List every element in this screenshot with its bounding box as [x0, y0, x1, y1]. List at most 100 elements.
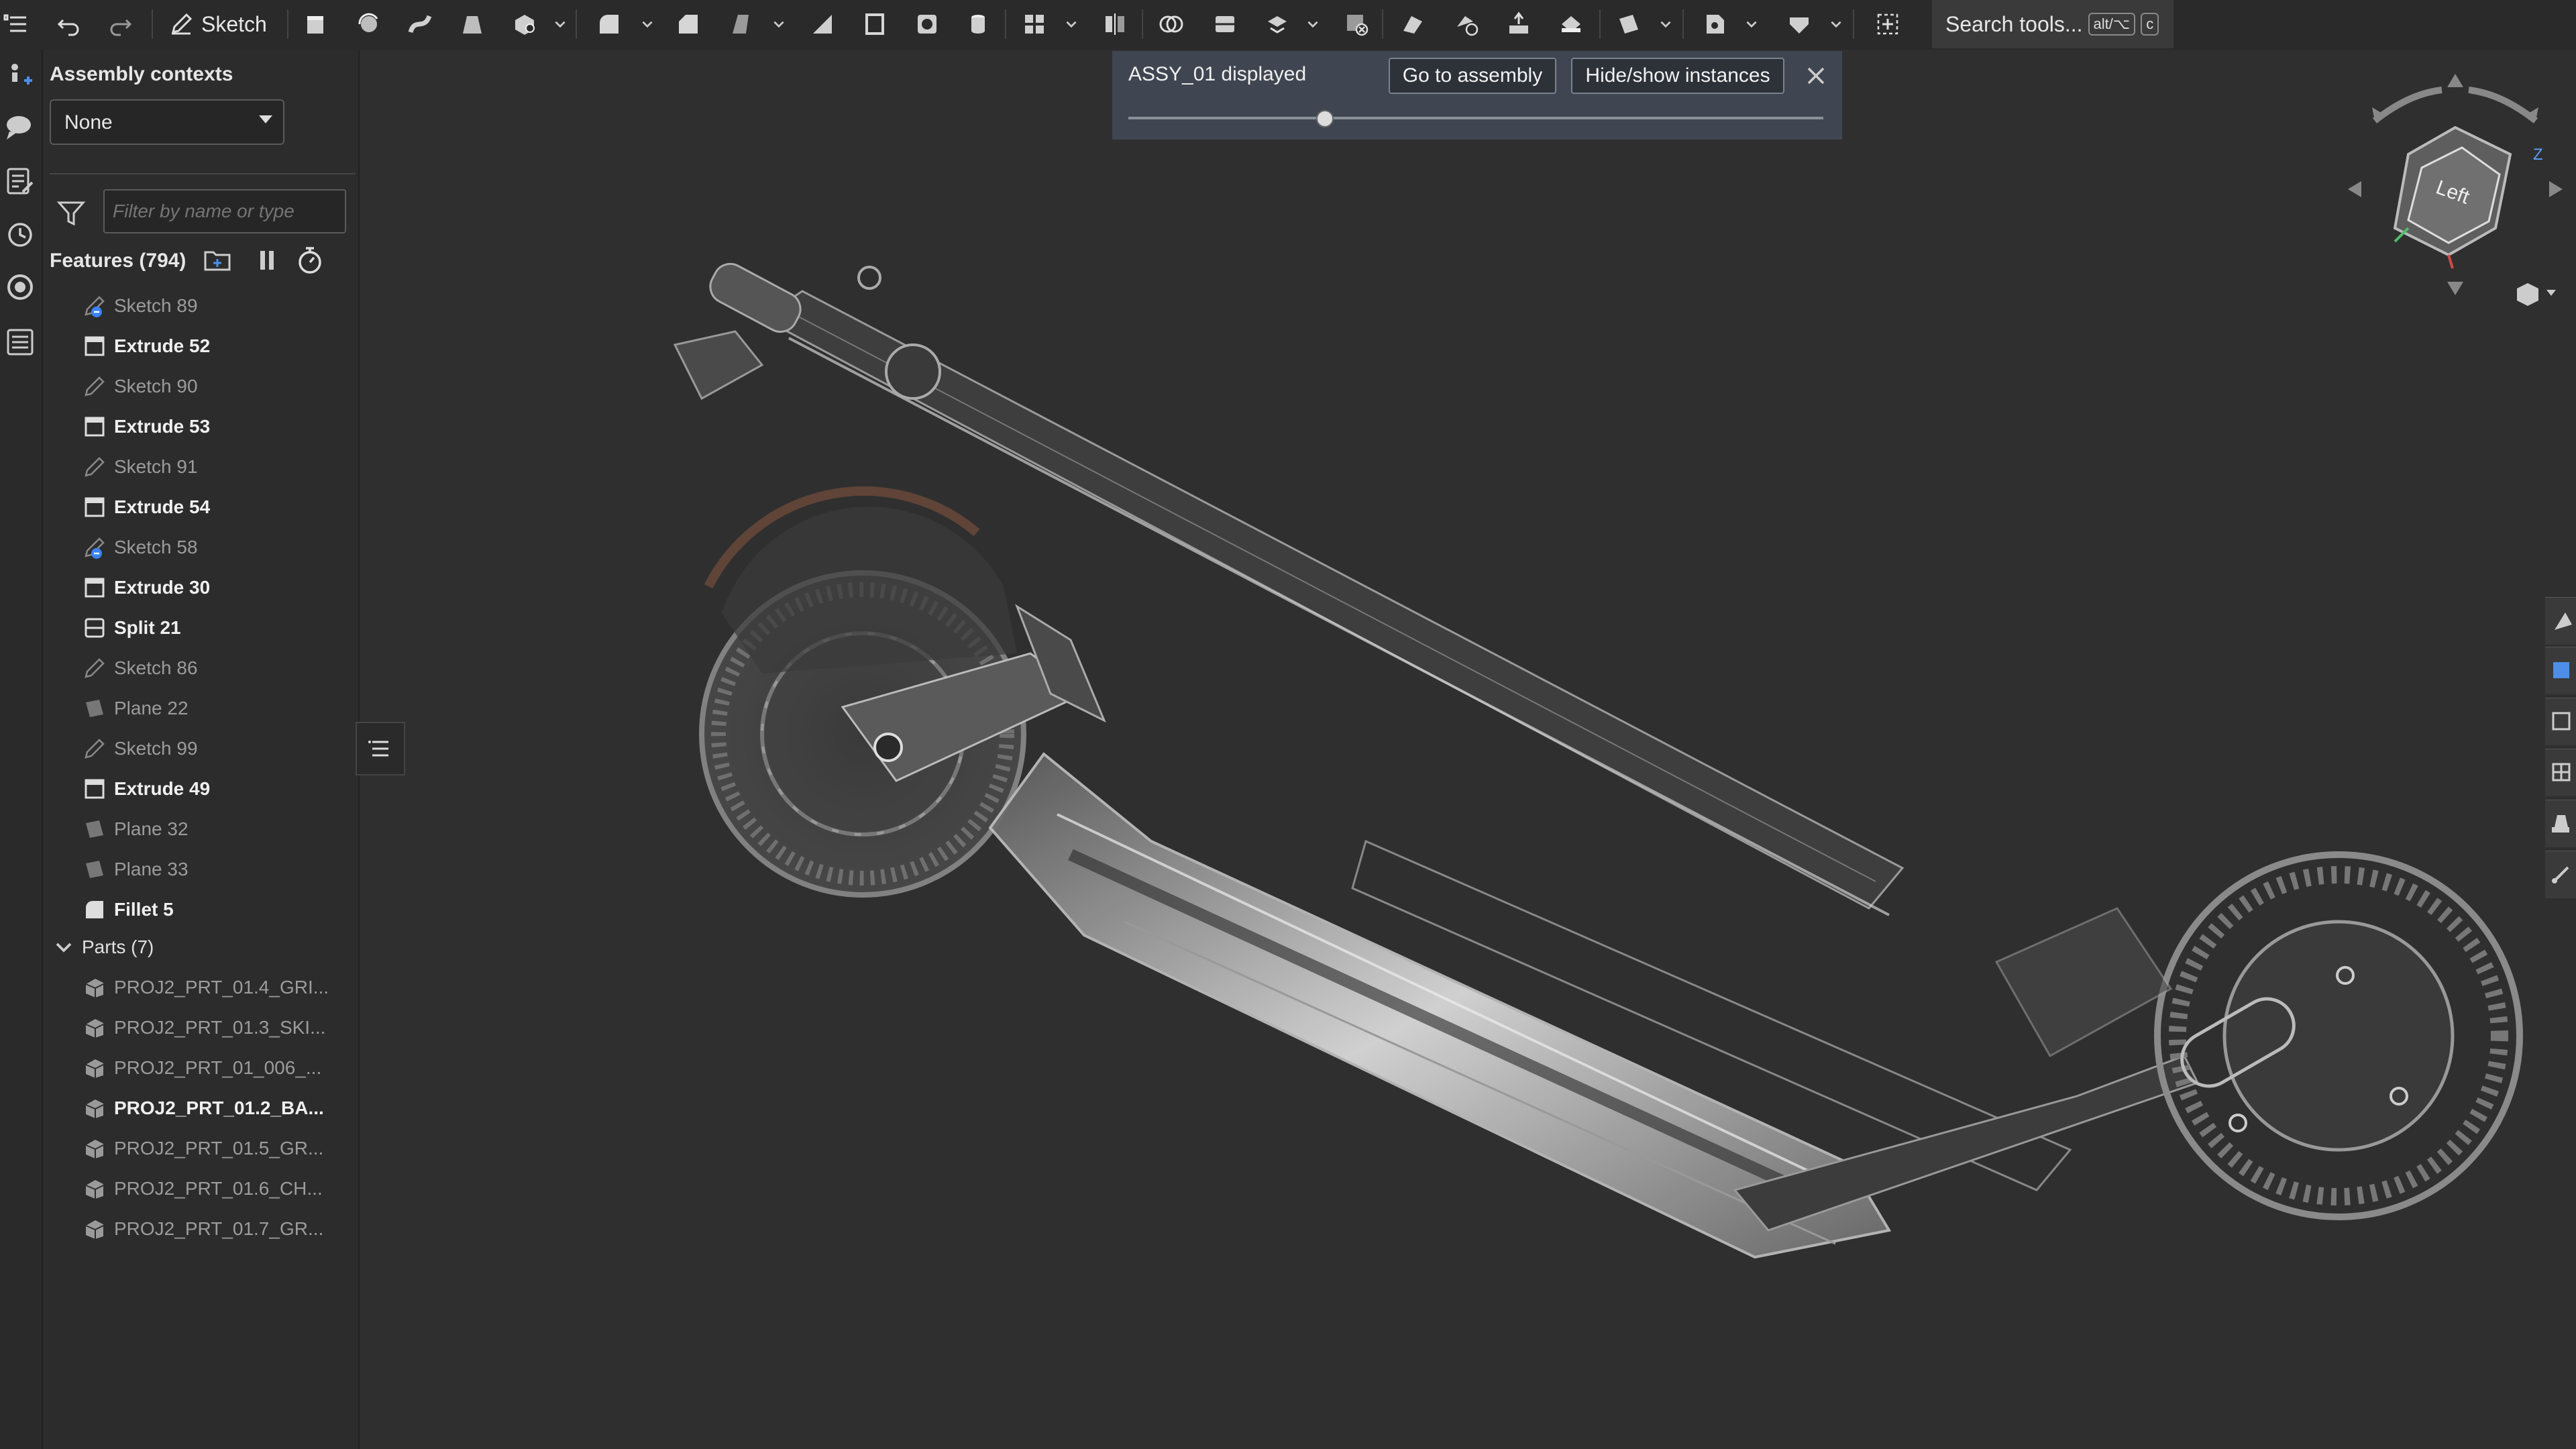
pause-icon[interactable]	[251, 244, 283, 276]
rib-icon[interactable]	[802, 5, 843, 43]
transparency-slider-track[interactable]	[1128, 117, 1823, 119]
chevron-down-icon[interactable]	[1304, 5, 1322, 43]
feature-item[interactable]: Plane 33	[82, 851, 189, 888]
thicken-icon[interactable]	[504, 5, 545, 43]
insert-icon[interactable]	[4, 60, 36, 93]
feature-item[interactable]: Extrude 30	[82, 569, 210, 606]
view-up-arrow-icon[interactable]	[2447, 74, 2463, 87]
measure-icon[interactable]	[4, 271, 36, 303]
fillet-icon[interactable]	[589, 5, 629, 43]
part-item[interactable]: PROJ2_PRT_01.6_CH...	[82, 1170, 323, 1208]
graphics-viewport[interactable]	[360, 50, 2576, 1449]
scooter-model[interactable]	[360, 50, 2576, 1449]
filter-icon[interactable]	[56, 199, 86, 228]
chevron-down-icon[interactable]	[551, 5, 569, 43]
part-item[interactable]: PROJ2_PRT_01.7_GR...	[82, 1210, 323, 1248]
feature-item[interactable]: Sketch 91	[82, 448, 198, 486]
feature-list-menu-icon[interactable]	[0, 5, 34, 43]
sheet-metal-icon[interactable]	[1779, 5, 1819, 43]
view-right-arrow-icon[interactable]	[2549, 181, 2563, 197]
boolean-icon[interactable]	[1151, 5, 1191, 43]
transform-icon[interactable]	[1257, 5, 1297, 43]
feature-item[interactable]: Sketch 86	[82, 649, 198, 687]
pattern-icon[interactable]	[1014, 5, 1055, 43]
sweep-icon[interactable]	[400, 5, 440, 43]
chevron-down-icon[interactable]	[1063, 5, 1080, 43]
render-panel-tab[interactable]	[2545, 647, 2576, 694]
view-left-arrow-icon[interactable]	[2348, 181, 2361, 197]
add-folder-icon[interactable]	[201, 244, 233, 276]
chevron-down-icon[interactable]	[1657, 5, 1674, 43]
shell-icon[interactable]	[855, 5, 895, 43]
parts-header[interactable]: Parts (7)	[50, 928, 154, 966]
bom-icon[interactable]	[4, 326, 36, 358]
split-icon[interactable]	[1205, 5, 1245, 43]
part-item[interactable]: PROJ2_PRT_01.2_BA...	[82, 1089, 324, 1127]
rotate-left-arrow-icon[interactable]	[2372, 87, 2443, 123]
feature-item[interactable]: Extrude 54	[82, 488, 210, 526]
variables-panel-tab[interactable]	[2545, 698, 2576, 745]
part-item[interactable]: PROJ2_PRT_01.5_GR...	[82, 1130, 323, 1167]
view-cube[interactable]: Left Z	[2334, 67, 2576, 322]
mate-connector-icon[interactable]	[1695, 5, 1735, 43]
hide-show-instances-button[interactable]: Hide/show instances	[1571, 58, 1784, 94]
extrude-icon[interactable]	[295, 5, 335, 43]
feature-item[interactable]: Extrude 52	[82, 327, 210, 365]
feature-item[interactable]: Fillet 5	[82, 891, 174, 922]
revolve-icon[interactable]	[349, 5, 389, 43]
chevron-down-icon[interactable]	[1827, 5, 1845, 43]
deck	[988, 752, 2200, 1259]
chevron-down-icon[interactable]	[639, 5, 656, 43]
add-custom-feature-icon[interactable]	[1868, 5, 1908, 43]
view-options-dropdown[interactable]	[2517, 283, 2556, 306]
mirror-icon[interactable]	[1095, 5, 1135, 43]
feature-item[interactable]: Sketch 89	[82, 287, 198, 325]
replace-face-icon[interactable]	[1551, 5, 1591, 43]
redo-icon[interactable]	[101, 5, 141, 43]
transparency-slider-handle[interactable]	[1316, 110, 1334, 127]
feature-item[interactable]: Split 21	[82, 609, 181, 647]
draft-icon[interactable]	[722, 5, 762, 43]
assembly-context-dropdown[interactable]: None	[50, 99, 284, 145]
rotate-right-arrow-icon[interactable]	[2468, 87, 2538, 123]
move-face-icon[interactable]	[1499, 5, 1539, 43]
part-item[interactable]: PROJ2_PRT_01.3_SKI...	[82, 1009, 325, 1046]
cylinder-icon[interactable]	[958, 5, 998, 43]
feature-item[interactable]: Plane 32	[82, 810, 189, 848]
feature-item[interactable]: Extrude 53	[82, 408, 210, 445]
cube-face-left[interactable]: Left	[2393, 125, 2512, 257]
list-toggle-button[interactable]	[356, 722, 405, 775]
feature-item[interactable]: Sketch 90	[82, 368, 198, 405]
delete-face-icon[interactable]	[1446, 5, 1487, 43]
measure-panel-tab[interactable]	[2545, 851, 2576, 898]
comment-icon[interactable]	[4, 111, 36, 144]
history-icon[interactable]	[4, 219, 36, 251]
part-item[interactable]: PROJ2_PRT_01.4_GRI...	[82, 969, 329, 1006]
modify-fillet-icon[interactable]	[1393, 5, 1433, 43]
search-tools-input[interactable]: Search tools... alt/⌥ c	[1932, 0, 2174, 48]
chevron-down-icon[interactable]	[770, 5, 788, 43]
hole-icon[interactable]	[907, 5, 947, 43]
notes-icon[interactable]	[4, 165, 36, 197]
view-down-arrow-icon[interactable]	[2447, 282, 2463, 295]
undo-icon[interactable]	[48, 5, 89, 43]
custom-table-panel-tab[interactable]	[2545, 749, 2576, 796]
features-header[interactable]: Features (794)	[50, 244, 186, 278]
plane-icon[interactable]	[1609, 5, 1649, 43]
sketch-button[interactable]: Sketch	[160, 5, 274, 43]
chevron-down-icon[interactable]	[1743, 5, 1760, 43]
mass-properties-panel-tab[interactable]	[2545, 800, 2576, 847]
appearance-panel-tab[interactable]	[2545, 597, 2576, 645]
chamfer-icon[interactable]	[668, 5, 708, 43]
stopwatch-icon[interactable]	[294, 244, 326, 276]
part-item[interactable]: PROJ2_PRT_01_006_...	[82, 1049, 321, 1087]
close-icon[interactable]	[1801, 60, 1831, 91]
feature-item[interactable]: Plane 22	[82, 690, 189, 727]
loft-icon[interactable]	[452, 5, 492, 43]
delete-part-icon[interactable]	[1336, 5, 1377, 43]
feature-item[interactable]: Sketch 99	[82, 730, 198, 767]
go-to-assembly-button[interactable]: Go to assembly	[1389, 58, 1556, 94]
feature-item[interactable]: Extrude 49	[82, 770, 210, 808]
feature-filter-input[interactable]	[103, 189, 346, 233]
feature-item[interactable]: Sketch 58	[82, 529, 198, 566]
